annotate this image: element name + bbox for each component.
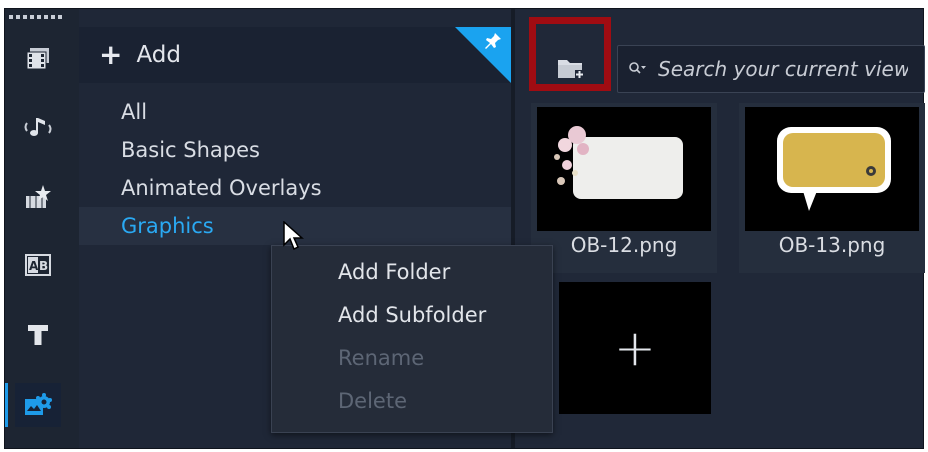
add-media-tile[interactable]: + [559, 282, 711, 414]
context-menu: Add Folder Add Subfolder Rename Delete [271, 245, 553, 433]
transition-icon [26, 185, 51, 208]
folder-item-basic-shapes[interactable]: Basic Shapes [79, 131, 511, 169]
transitions-button[interactable] [15, 175, 61, 219]
drag-grip[interactable] [9, 15, 62, 19]
film-strip-icon [26, 48, 49, 70]
active-indicator [5, 383, 8, 427]
audio-button[interactable] [15, 105, 61, 149]
folder-item-animated-overlays[interactable]: Animated Overlays [79, 169, 511, 207]
titles-button[interactable] [15, 313, 61, 357]
menu-item-rename: Rename [338, 346, 425, 370]
menu-item-delete: Delete [338, 389, 407, 413]
graphics-button[interactable] [5, 383, 61, 427]
menu-item-add-folder[interactable]: Add Folder [338, 260, 450, 284]
svg-text:A: A [29, 259, 39, 273]
pin-icon[interactable] [483, 31, 503, 51]
thumbnail-label: OB-12.png [570, 233, 678, 257]
text-t-icon [28, 325, 48, 345]
folder-item-all[interactable]: All [79, 93, 511, 131]
menu-item-add-subfolder[interactable]: Add Subfolder [338, 303, 486, 327]
content-toolbar [515, 27, 925, 93]
ab-icon: A B [25, 254, 51, 276]
add-folder-button[interactable]: + Add [99, 41, 181, 69]
thumbnail-image [745, 107, 919, 231]
media-library-button[interactable] [15, 37, 61, 81]
thumbnail-ob-13[interactable]: OB-13.png [739, 103, 925, 273]
folder-add-icon [558, 60, 584, 79]
add-label: Add [136, 42, 181, 68]
new-folder-button[interactable] [543, 41, 599, 95]
search-icon[interactable] [628, 61, 646, 77]
graphics-puzzle-icon [25, 393, 52, 415]
library-header: + Add [79, 27, 511, 83]
content-area: OB-12.png OB-13.png + [515, 9, 925, 448]
search-box[interactable] [617, 45, 925, 93]
plus-icon: + [99, 38, 123, 71]
thumbnail-ob-12[interactable]: OB-12.png [531, 103, 717, 273]
mouse-cursor-icon [283, 221, 304, 251]
search-input[interactable] [656, 56, 910, 82]
add-tile-plus: + [614, 319, 656, 377]
thumbnail-image [537, 107, 711, 231]
thumbnail-label: OB-13.png [778, 233, 886, 257]
svg-text:B: B [39, 259, 48, 273]
left-icon-rail: A B [5, 9, 80, 448]
music-note-icon [24, 118, 52, 136]
app-frame: A B + Add All Basic Shapes Animated Over… [4, 8, 925, 449]
titles-ab-button[interactable]: A B [15, 243, 61, 287]
